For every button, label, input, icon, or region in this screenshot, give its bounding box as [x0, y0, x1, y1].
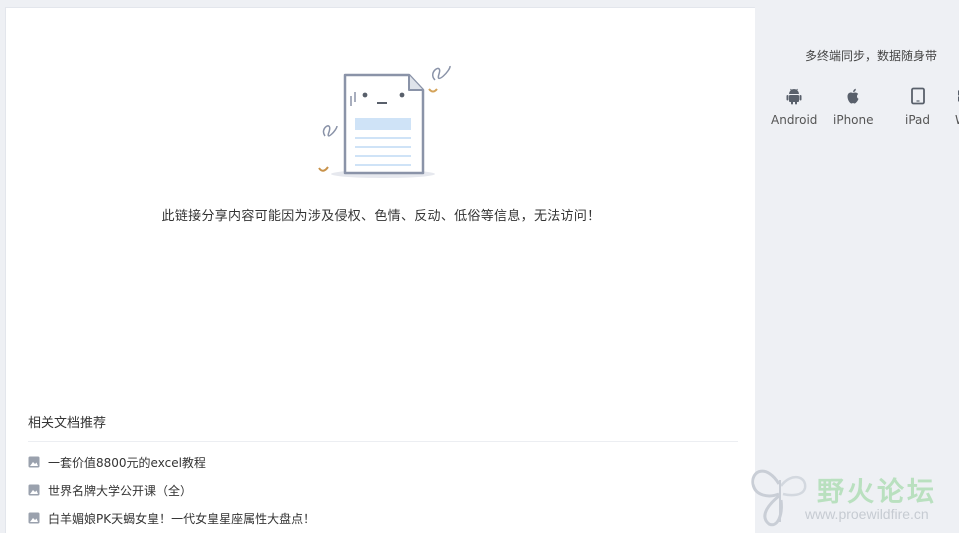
device-label: Android	[771, 113, 818, 127]
recommend-item-label: 一套价值8800元的excel教程	[48, 455, 206, 470]
device-iphone[interactable]: iPhone	[833, 87, 874, 128]
device-wp[interactable]: WP	[955, 87, 959, 128]
apple-icon	[847, 88, 859, 104]
device-label: iPad	[905, 113, 931, 127]
device-label: WP	[955, 113, 959, 127]
recommend-section: 相关文档推荐 一套价值8800元的excel教程 世界名牌大学公开课（全） 白羊…	[28, 412, 738, 532]
device-android[interactable]: Android	[771, 87, 817, 128]
recommend-title: 相关文档推荐	[28, 412, 738, 442]
recommend-list: 一套价值8800元的excel教程 世界名牌大学公开课（全） 白羊媚娘PK天蝎女…	[28, 448, 738, 532]
device-label: iPhone	[833, 113, 874, 127]
document-icon	[28, 512, 40, 524]
watermark-url: www.proewildfire.cn	[805, 506, 929, 522]
watermark: 野火论坛 www.proewildfire.cn	[745, 462, 959, 533]
main-panel: 此链接分享内容可能因为涉及侵权、色情、反动、低俗等信息，无法访问！ 相关文档推荐…	[5, 7, 755, 533]
watermark-title: 野火论坛	[817, 477, 937, 508]
windows-icon	[957, 90, 959, 102]
document-icon	[28, 456, 40, 468]
recommend-item-label: 世界名牌大学公开课（全）	[48, 483, 193, 498]
empty-document-illustration	[318, 65, 451, 178]
sync-title: 多终端同步，数据随身带	[805, 49, 938, 63]
device-list: Android iPhone iPad WP	[771, 87, 959, 137]
recommend-item[interactable]: 白羊媚娘PK天蝎女皇！一代女皇星座属性大盘点！	[28, 504, 738, 532]
side-panel: 多终端同步，数据随身带 Android iPhone iPad	[756, 7, 959, 533]
recommend-item[interactable]: 世界名牌大学公开课（全）	[28, 476, 738, 504]
device-ipad[interactable]: iPad	[905, 87, 930, 128]
android-icon	[786, 88, 802, 105]
recommend-item-label: 白羊媚娘PK天蝎女皇！一代女皇星座属性大盘点！	[48, 511, 316, 526]
ipad-icon	[910, 87, 925, 105]
error-message: 此链接分享内容可能因为涉及侵权、色情、反动、低俗等信息，无法访问！	[161, 209, 601, 224]
butterfly-logo-icon	[751, 469, 807, 527]
recommend-item[interactable]: 一套价值8800元的excel教程	[28, 448, 738, 476]
document-icon	[28, 484, 40, 496]
